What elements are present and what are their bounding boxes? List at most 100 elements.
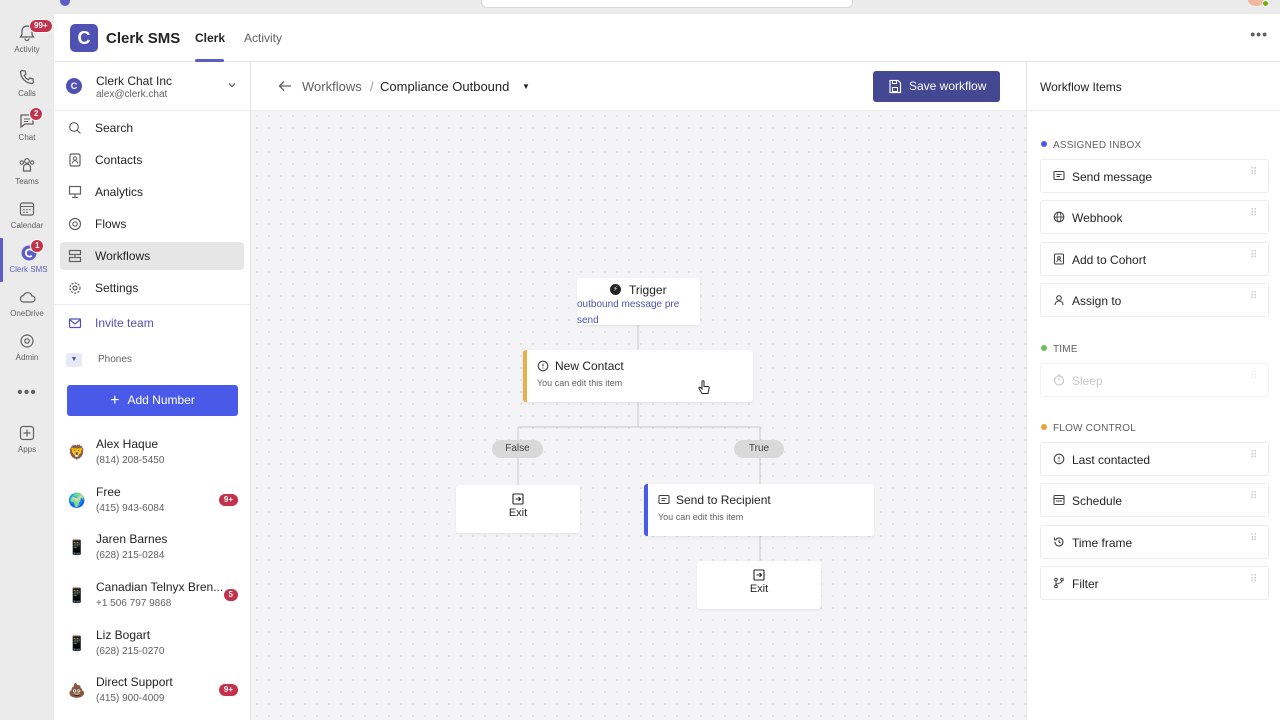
drag-handle-icon[interactable]: ⠿ (1250, 168, 1258, 178)
drag-handle-icon[interactable]: ⠿ (1250, 534, 1258, 544)
nav-item-search[interactable]: Search (60, 114, 244, 142)
item-label: Schedule (1072, 494, 1123, 508)
rail-label: Teams (15, 177, 39, 186)
nav-item-flows[interactable]: Flows (60, 210, 244, 238)
item-add-to-cohort[interactable]: Add to Cohort ⠿ (1040, 242, 1269, 276)
item-time-frame[interactable]: Time frame ⠿ (1040, 525, 1269, 559)
more-apps-button[interactable]: ••• (0, 384, 54, 402)
notification-badge: 1 (30, 239, 45, 253)
trigger-node[interactable]: ⚡ Trigger outbound message pre send (577, 278, 700, 326)
drag-handle-icon[interactable]: ⠿ (1250, 451, 1258, 461)
rail-item-activity[interactable]: Activity 99+ (0, 18, 54, 62)
phones-label: Phones (98, 354, 132, 365)
flows-icon (68, 217, 82, 231)
mail-icon (68, 318, 82, 329)
contact-name: Direct Support (96, 675, 173, 689)
phone-list-item[interactable]: 🦁 Alex Haque (814) 208-5450 (54, 437, 250, 481)
node-subtitle: You can edit this item (658, 512, 744, 522)
add-number-button[interactable]: + Add Number (67, 385, 238, 416)
rail-label: Admin (15, 353, 39, 362)
section-title: ASSIGNED INBOX (1053, 140, 1142, 151)
drag-handle-icon[interactable]: ⠿ (1250, 292, 1258, 302)
phone-list-item[interactable]: 📱 Liz Bogart (628) 215-0270 (54, 628, 250, 672)
rail-item-calls[interactable]: Calls (0, 62, 54, 106)
phones-section-toggle[interactable]: ▼ Phones (66, 352, 236, 368)
phone-list-item[interactable]: 📱 Canadian Telnyx Bren... +1 506 797 986… (54, 580, 250, 624)
person-icon (1054, 295, 1064, 306)
node-title: New Contact (555, 359, 624, 373)
item-schedule[interactable]: Schedule ⠿ (1040, 483, 1269, 517)
chevron-down-icon (228, 83, 236, 88)
drag-handle-icon[interactable]: ⠿ (1250, 492, 1258, 502)
contact-phone: (415) 943-6084 (96, 503, 165, 514)
phone-avatar-icon: 📱 (68, 539, 86, 555)
analytics-icon (68, 185, 82, 199)
sidebar: C Clerk Chat Inc alex@clerk.chat Search … (54, 62, 251, 720)
phone-icon (19, 69, 35, 85)
rail-item-clerk-sms[interactable]: Clerk SMS 1 (0, 238, 54, 282)
rail-item-apps[interactable]: Apps (0, 418, 54, 462)
item-label: Time frame (1072, 536, 1133, 550)
message-icon (1053, 170, 1065, 181)
unread-badge: 9+ (218, 684, 238, 696)
plus-icon: + (110, 392, 120, 409)
nav-label: Settings (95, 281, 139, 295)
send-to-recipient-node[interactable]: Send to Recipient You can edit this item (644, 484, 874, 536)
phone-list-item[interactable]: 📱 Jaren Barnes (628) 215-0284 (54, 532, 250, 576)
rail-item-teams[interactable]: Teams (0, 150, 54, 194)
invite-team-link[interactable]: Invite team (60, 309, 244, 337)
bolt-icon: ⚡ (610, 284, 621, 295)
exit-label: Exit (508, 507, 528, 519)
item-assign-to[interactable]: Assign to ⠿ (1040, 283, 1269, 317)
phone-list-item[interactable]: 💩 Direct Support (415) 900-4009 9+ (54, 675, 250, 719)
item-webhook[interactable]: Webhook ⠿ (1040, 200, 1269, 234)
rail-item-calendar[interactable]: Calendar (0, 194, 54, 238)
workflow-canvas[interactable]: Workflows / Compliance Outbound ▼ Save w… (251, 62, 1026, 720)
section-dot (1041, 345, 1047, 351)
nav-item-analytics[interactable]: Analytics (60, 178, 244, 206)
nav-item-workflows[interactable]: Workflows (60, 242, 244, 270)
org-switcher[interactable]: C Clerk Chat Inc alex@clerk.chat (66, 72, 241, 106)
item-send-message[interactable]: Send message ⠿ (1040, 159, 1269, 193)
section-title: TIME (1053, 344, 1078, 355)
item-label: Filter (1072, 577, 1099, 591)
section-title: FLOW CONTROL (1053, 423, 1136, 434)
notification-badge: 2 (29, 107, 44, 121)
tab-activity[interactable]: Activity (244, 31, 282, 45)
rail-label: Chat (18, 133, 36, 142)
rail-item-onedrive[interactable]: OneDrive (0, 282, 54, 326)
trigger-event-link[interactable]: outbound message pre send (577, 297, 700, 329)
drag-handle-icon[interactable]: ⠿ (1250, 575, 1258, 585)
rail-item-admin[interactable]: Admin (0, 326, 54, 370)
item-last-contacted[interactable]: Last contacted ⠿ (1040, 442, 1269, 476)
item-label: Add to Cohort (1072, 253, 1147, 267)
more-options-button[interactable]: ••• (1250, 26, 1268, 42)
item-filter[interactable]: Filter ⠿ (1040, 566, 1269, 600)
drag-handle-icon[interactable]: ⠿ (1250, 251, 1258, 261)
exit-node[interactable]: Exit (456, 485, 580, 533)
workflows-icon (68, 249, 82, 263)
phone-list-item[interactable]: 🌍 Free (415) 943-6084 9+ (54, 485, 250, 529)
tab-clerk[interactable]: Clerk (195, 31, 225, 45)
phone-avatar-icon: 📱 (68, 587, 86, 603)
nav-item-contacts[interactable]: Contacts (60, 146, 244, 174)
exit-node[interactable]: Exit (697, 561, 821, 609)
search-icon (69, 122, 81, 134)
rail-label: Clerk SMS (9, 265, 48, 274)
drag-handle-icon[interactable]: ⠿ (1250, 209, 1258, 219)
globe-icon (1053, 211, 1065, 223)
nav-item-settings[interactable]: Settings (60, 274, 244, 302)
add-app-icon (19, 425, 35, 441)
rail-item-chat[interactable]: Chat 2 (0, 106, 54, 150)
history-icon (1053, 537, 1064, 547)
drag-handle-icon: ⠿ (1250, 371, 1257, 382)
global-search-input[interactable] (481, 0, 853, 8)
exit-icon (753, 569, 765, 581)
schedule-icon (1053, 494, 1065, 506)
add-number-label: Add Number (127, 393, 195, 407)
workflow-items-panel: Workflow Items ASSIGNED INBOX Send messa… (1026, 62, 1280, 720)
divider (54, 110, 250, 111)
notification-badge: 99+ (29, 19, 53, 33)
section-time: TIME (1041, 344, 1078, 355)
new-contact-node[interactable]: New Contact You can edit this item (523, 350, 753, 402)
